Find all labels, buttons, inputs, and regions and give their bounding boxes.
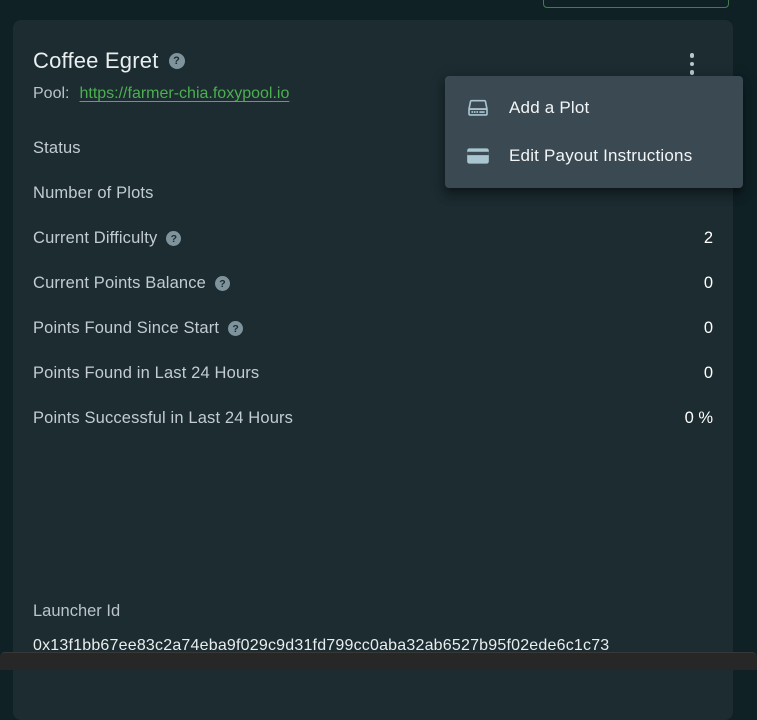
stat-value: 2: [704, 229, 713, 248]
stat-value: 0: [704, 319, 713, 338]
plot-drive-icon: [465, 95, 491, 121]
stat-label: Points Successful in Last 24 Hours: [33, 409, 293, 428]
menu-item-edit-payout-instructions[interactable]: Edit Payout Instructions: [445, 132, 743, 180]
help-icon[interactable]: ?: [166, 231, 181, 246]
stat-row-points-found-since-start: Points Found Since Start ? 0: [33, 306, 713, 351]
kebab-menu-button[interactable]: [679, 49, 705, 79]
menu-item-add-plot[interactable]: Add a Plot: [445, 84, 743, 132]
help-icon[interactable]: ?: [228, 321, 243, 336]
bottom-bar: [0, 652, 757, 670]
stat-value: 0: [704, 274, 713, 293]
launcher-id-block: Launcher Id 0x13f1bb67ee83c2a74eba9f029c…: [33, 599, 713, 656]
kebab-dot: [690, 62, 695, 67]
title-help-icon[interactable]: ?: [169, 53, 185, 69]
pool-label: Pool:: [33, 85, 69, 103]
stat-label: Current Points Balance: [33, 274, 206, 293]
menu-item-label: Add a Plot: [509, 98, 589, 118]
stat-value: 0: [704, 364, 713, 383]
help-icon[interactable]: ?: [215, 276, 230, 291]
pool-row: Pool: https://farmer-chia.foxypool.io: [33, 82, 289, 106]
credit-card-icon: [465, 143, 491, 169]
page-title: Coffee Egret: [33, 46, 159, 76]
stat-label: Points Found Since Start: [33, 319, 219, 338]
kebab-dot: [690, 70, 695, 75]
stat-row-points-successful-24h: Points Successful in Last 24 Hours 0 %: [33, 396, 713, 441]
stat-value: 0 %: [685, 409, 713, 428]
top-outlined-button[interactable]: [543, 0, 729, 8]
stat-label: Points Found in Last 24 Hours: [33, 364, 259, 383]
stat-row-points-found-24h: Points Found in Last 24 Hours 0: [33, 351, 713, 396]
kebab-dot: [690, 53, 695, 58]
stat-label: Status: [33, 139, 81, 158]
menu-item-label: Edit Payout Instructions: [509, 146, 692, 166]
context-menu: Add a Plot Edit Payout Instructions: [445, 76, 743, 188]
stat-label: Current Difficulty: [33, 229, 157, 248]
launcher-id-label: Launcher Id: [33, 599, 713, 623]
stat-row-current-points-balance: Current Points Balance ? 0: [33, 261, 713, 306]
pool-link[interactable]: https://farmer-chia.foxypool.io: [79, 85, 289, 103]
card-title-row: Coffee Egret ?: [33, 46, 185, 76]
stat-label: Number of Plots: [33, 184, 154, 203]
stat-row-current-difficulty: Current Difficulty ? 2: [33, 216, 713, 261]
